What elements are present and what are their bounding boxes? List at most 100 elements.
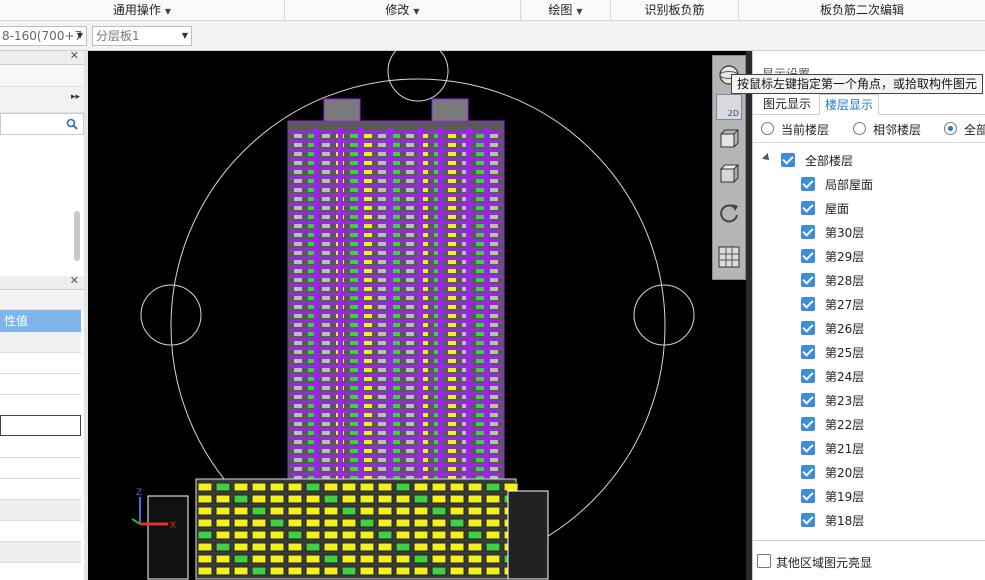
rebar-mark (476, 422, 484, 426)
close-icon[interactable]: ✕ (70, 274, 79, 287)
rotate-icon[interactable] (716, 200, 742, 226)
search-icon[interactable] (66, 118, 78, 130)
podium-cell (341, 530, 357, 540)
rebar-spec-select[interactable]: 8-160(700+7 ▼ (0, 26, 87, 46)
rebar-mark (392, 377, 400, 381)
property-row[interactable] (0, 542, 81, 563)
property-row[interactable] (0, 374, 81, 395)
rebar-mark (294, 233, 302, 237)
property-row[interactable] (0, 479, 81, 500)
drawing-canvas[interactable]: Z X (88, 51, 750, 580)
double-chevron-right-icon[interactable]: ▸▸ (71, 92, 80, 102)
tab-element-display[interactable]: 图元显示 (758, 94, 816, 115)
property-row[interactable] (0, 353, 81, 374)
rebar-mark (406, 188, 414, 192)
floor-checkbox[interactable] (801, 417, 815, 431)
rebar-mark (378, 152, 386, 156)
floor-checkbox[interactable] (801, 297, 815, 311)
floor-checkbox[interactable] (801, 273, 815, 287)
menu-recognize-negative-rebar[interactable]: 识别板负筋 (611, 0, 739, 21)
layer-board-select[interactable]: 分层板1 ▼ (92, 26, 192, 46)
view-2d-button[interactable]: 2D (716, 94, 742, 120)
radio-adjacent-floor[interactable] (853, 122, 866, 135)
floor-item[interactable]: 第29层 (753, 244, 985, 268)
floor-checkbox[interactable] (801, 513, 815, 527)
property-row[interactable] (0, 458, 81, 479)
floor-checkbox[interactable] (801, 225, 815, 239)
floor-checkbox[interactable] (801, 441, 815, 455)
rebar-mark (322, 440, 330, 444)
property-row[interactable] (0, 500, 81, 521)
rebar-mark (392, 314, 400, 318)
component-list[interactable] (0, 135, 84, 265)
checkbox-all-floors[interactable] (781, 153, 795, 167)
floor-item[interactable]: 屋面 (753, 196, 985, 220)
rebar-mark (350, 278, 358, 282)
rebar-mark (294, 341, 302, 345)
floor-item[interactable]: 第23层 (753, 388, 985, 412)
grid-view-icon[interactable] (716, 244, 742, 270)
property-row-selected[interactable] (0, 415, 81, 436)
floor-checkbox[interactable] (801, 489, 815, 503)
floor-item[interactable]: 第18层 (753, 508, 985, 532)
menu-general-ops[interactable]: 通用操作 ▼ (0, 0, 285, 21)
radio-current-floor-label: 当前楼层 (781, 123, 830, 137)
floor-checkbox[interactable] (801, 201, 815, 215)
floor-item[interactable]: 第25层 (753, 340, 985, 364)
cube-view-icon[interactable] (716, 126, 742, 152)
floor-item[interactable]: 第19层 (753, 484, 985, 508)
property-row[interactable] (0, 563, 81, 580)
checkbox-highlight-other-areas[interactable] (757, 554, 771, 568)
property-row[interactable] (0, 332, 81, 353)
rebar-mark (406, 233, 414, 237)
floor-item[interactable]: 第24层 (753, 364, 985, 388)
solid-cube-icon[interactable] (716, 160, 742, 186)
floor-label: 第23层 (825, 394, 865, 408)
expand-triangle-icon[interactable] (762, 153, 772, 163)
podium-cell (251, 518, 267, 528)
tab-floor-display[interactable]: 楼层显示 (819, 94, 880, 115)
podium-cell (377, 554, 393, 564)
floor-item[interactable]: 第26层 (753, 316, 985, 340)
rebar-mark (406, 251, 414, 255)
property-row[interactable] (0, 395, 81, 416)
rebar-mark (490, 269, 498, 273)
floor-checkbox[interactable] (801, 321, 815, 335)
floor-checkbox[interactable] (801, 345, 815, 359)
floor-item[interactable]: 第21层 (753, 436, 985, 460)
rebar-mark (350, 395, 358, 399)
floor-item[interactable]: 第30层 (753, 220, 985, 244)
podium-cell (197, 506, 213, 516)
rebar-mark (406, 413, 414, 417)
orbit-handle-top[interactable] (387, 51, 449, 102)
menu-negative-rebar-edit[interactable]: 板负筋二次编辑 (739, 0, 985, 21)
rebar-mark (392, 395, 400, 399)
property-row[interactable] (0, 521, 81, 542)
tree-root-all-floors[interactable]: 全部楼层 (753, 148, 985, 172)
floor-item[interactable]: 第27层 (753, 292, 985, 316)
rebar-mark (448, 404, 456, 408)
radio-current-floor[interactable] (761, 122, 774, 135)
property-row[interactable] (0, 437, 81, 458)
rebar-mark (364, 440, 372, 444)
floor-item[interactable]: 第22层 (753, 412, 985, 436)
rebar-mark (350, 161, 358, 165)
floor-item[interactable]: 局部屋面 (753, 172, 985, 196)
floor-item[interactable]: 第28层 (753, 268, 985, 292)
podium-cell (359, 494, 375, 504)
radio-all-floors[interactable] (944, 122, 957, 135)
menu-modify[interactable]: 修改 ▼ (285, 0, 521, 21)
floor-item[interactable]: 第20层 (753, 460, 985, 484)
podium-cell (287, 518, 303, 528)
component-list-scrollbar[interactable] (74, 211, 80, 261)
rebar-mark (294, 269, 302, 273)
floor-checkbox[interactable] (801, 369, 815, 383)
floor-checkbox[interactable] (801, 249, 815, 263)
floor-checkbox[interactable] (801, 465, 815, 479)
floor-checkbox[interactable] (801, 177, 815, 191)
component-search-input[interactable] (0, 113, 84, 135)
floor-checkbox[interactable] (801, 393, 815, 407)
menu-draw[interactable]: 绘图 ▼ (521, 0, 611, 21)
close-icon[interactable]: ✕ (70, 49, 79, 62)
orbit-handle-right[interactable] (633, 284, 695, 346)
